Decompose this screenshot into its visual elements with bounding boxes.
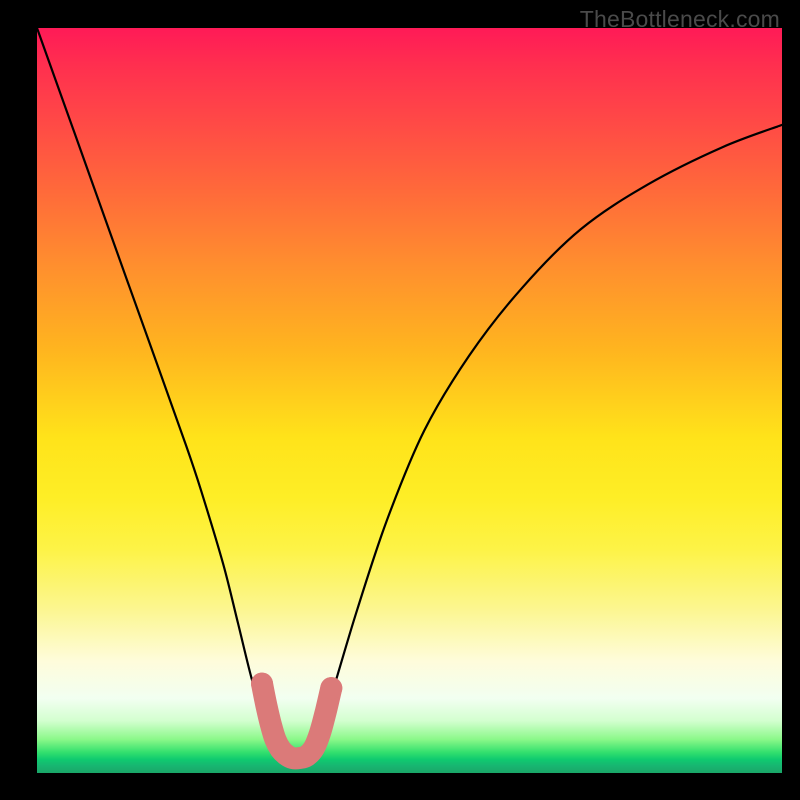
curve-layer <box>37 28 782 773</box>
plot-area <box>37 28 782 773</box>
watermark-text: TheBottleneck.com <box>580 6 780 33</box>
chart-frame: TheBottleneck.com <box>0 0 800 800</box>
optimal-range-marker <box>251 673 342 759</box>
bottleneck-curve <box>37 28 782 759</box>
